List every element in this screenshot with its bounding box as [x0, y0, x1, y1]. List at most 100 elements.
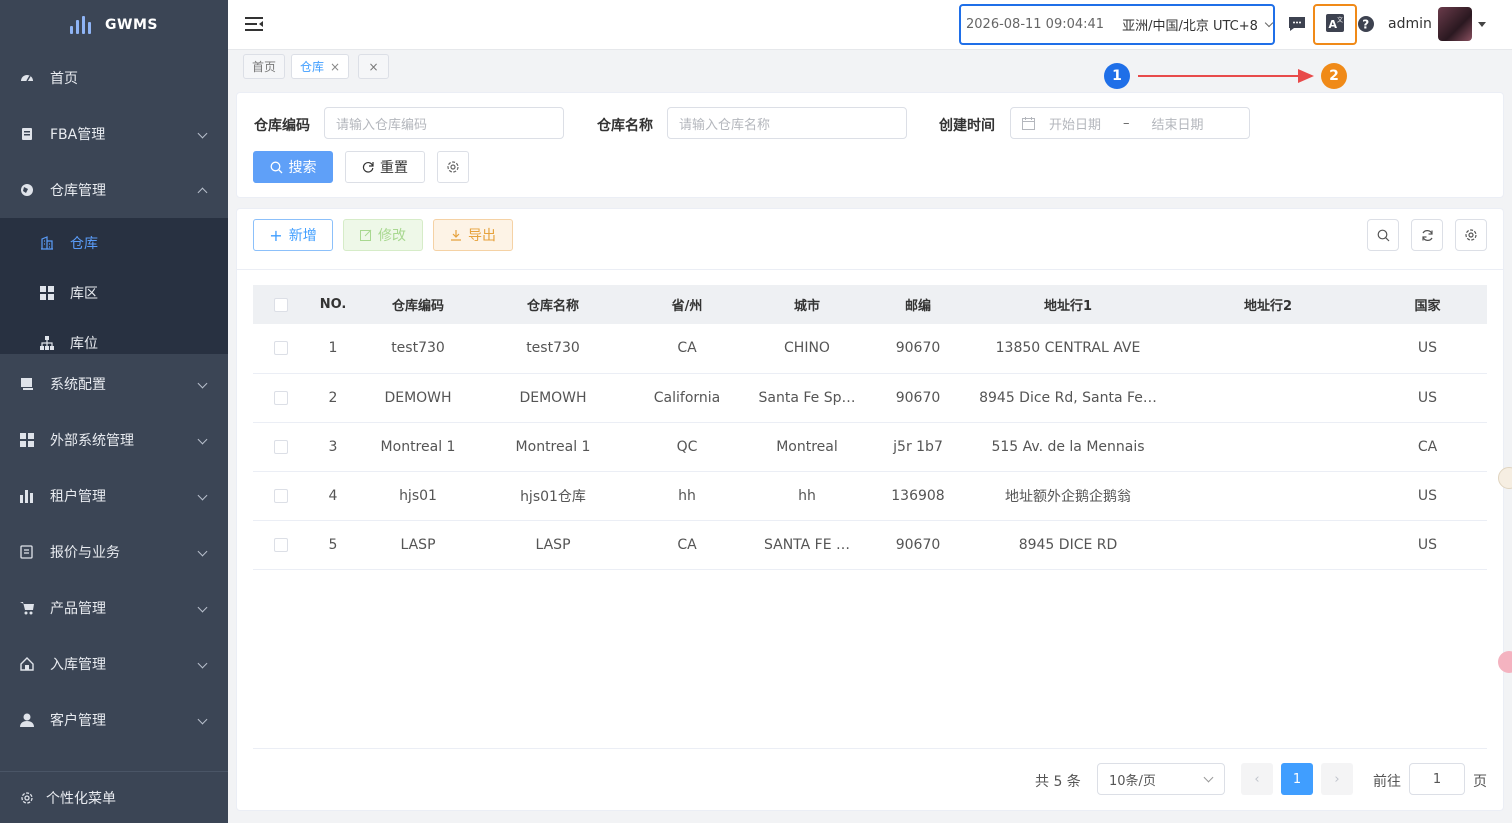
tab-home[interactable]: 首页 — [243, 54, 286, 79]
reset-button[interactable]: 重置 — [345, 151, 425, 183]
table-cell: US — [1368, 373, 1487, 423]
edit-button[interactable]: 修改 — [343, 219, 423, 251]
column-header[interactable]: 城市 — [746, 285, 868, 324]
table-cell: 90670 — [868, 324, 968, 374]
table-row[interactable]: 3 Montreal 1 Montreal 1 QC Montreal j5r 1b7 51… — [253, 422, 1487, 472]
app-name: GWMS — [105, 17, 158, 33]
column-header[interactable]: 地址行2 — [1168, 285, 1368, 324]
column-header[interactable]: 邮编 — [868, 285, 968, 324]
row-checkbox[interactable] — [253, 373, 308, 423]
warehouse-name-input[interactable]: 请输入仓库名称 — [667, 107, 907, 139]
table-cell: 90670 — [868, 520, 968, 570]
row-checkbox[interactable] — [253, 422, 308, 472]
gear-icon — [20, 791, 34, 805]
search-icon — [1377, 229, 1390, 242]
caret-down-icon[interactable] — [1478, 22, 1486, 27]
column-header[interactable]: 仓库名称 — [478, 285, 628, 324]
menu-toggle-icon[interactable] — [245, 17, 263, 32]
column-header[interactable]: 仓库编码 — [358, 285, 478, 324]
column-settings-button[interactable] — [1455, 219, 1487, 251]
tab-close-icon[interactable]: × — [330, 60, 340, 74]
username[interactable]: admin — [1388, 16, 1432, 32]
sidebar-subitem-location[interactable]: 库位 — [0, 318, 228, 354]
tab-warehouse[interactable]: 仓库 × — [291, 54, 350, 79]
tags-view: 首页 仓库 × × — [228, 50, 1512, 86]
chevron-down-icon — [197, 128, 208, 139]
sidebar-subitem-zone[interactable]: 库区 — [0, 268, 228, 318]
column-header[interactable]: 地址行1 — [968, 285, 1168, 324]
timezone-selector[interactable]: 2026-08-11 09:04:41 亚洲/中国/北京 UTC+8 — [959, 4, 1275, 45]
column-header[interactable]: NO. — [308, 285, 358, 324]
table-cell: 地址额外企鹅企鹅翁 — [968, 471, 1168, 521]
table-row[interactable]: 2 DEMOWH DEMOWH California Santa Fe Sp… 90670… — [253, 373, 1487, 423]
sidebar-item-external-systems[interactable]: 外部系统管理 — [0, 412, 228, 468]
table-cell: hh — [746, 471, 868, 521]
sidebar-item-label: 入库管理 — [50, 657, 106, 673]
translate-button[interactable]: A文 — [1313, 4, 1357, 45]
row-checkbox[interactable] — [253, 324, 308, 374]
prev-page-button[interactable]: ‹ — [1241, 763, 1273, 795]
search-button[interactable]: 搜索 — [253, 151, 333, 183]
sidebar-item-tenants[interactable]: 租户管理 — [0, 468, 228, 524]
sidebar-item-system-config[interactable]: 系统配置 — [0, 356, 228, 412]
toolbar-divider — [237, 269, 1503, 270]
table-cell — [1168, 422, 1368, 472]
sidebar-item-quotes[interactable]: 报价与业务 — [0, 524, 228, 580]
created-time-label: 创建时间 — [939, 118, 995, 134]
toggle-search-button[interactable] — [1367, 219, 1399, 251]
row-checkbox[interactable] — [253, 520, 308, 570]
warehouse-table: NO. 仓库编码 仓库名称 省/州 城市 邮编 地址行1 地址行2 国家 1 te… — [253, 285, 1487, 570]
page-size-select[interactable]: 10条/页 — [1097, 763, 1225, 795]
sidebar-item-home[interactable]: 首页 — [0, 50, 228, 106]
avatar[interactable] — [1438, 7, 1472, 41]
grid-icon — [40, 286, 54, 300]
end-date-input[interactable]: 结束日期 — [1152, 114, 1204, 133]
search-settings-button[interactable] — [437, 151, 469, 183]
table-row[interactable]: 4 hjs01 hjs01仓库 hh hh 136908 地址额外企鹅企鹅翁 US — [253, 471, 1487, 521]
refresh-button[interactable] — [1411, 219, 1443, 251]
monitor-icon — [20, 377, 34, 391]
personalize-menu[interactable]: 个性化菜单 — [0, 771, 228, 823]
select-all-checkbox[interactable] — [253, 285, 308, 324]
table-cell: hh — [628, 471, 746, 521]
page-suffix-label: 页 — [1473, 774, 1487, 790]
table-cell: California — [628, 373, 746, 423]
page-number-current[interactable]: 1 — [1281, 763, 1313, 795]
sidebar-item-inbound[interactable]: 入库管理 — [0, 636, 228, 692]
sidebar-item-label: 仓库管理 — [50, 183, 106, 199]
sidebar-item-customers[interactable]: 客户管理 — [0, 692, 228, 748]
main-area: 2026-08-11 09:04:41 亚洲/中国/北京 UTC+8 A文 ? … — [228, 0, 1512, 823]
sidebar-subitem-warehouse[interactable]: 仓库 — [0, 218, 228, 268]
sidebar-item-label: 产品管理 — [50, 601, 106, 617]
app-logo[interactable]: GWMS — [0, 0, 228, 50]
message-icon[interactable] — [1288, 15, 1306, 33]
current-datetime: 2026-08-11 09:04:41 — [966, 17, 1105, 32]
next-page-button[interactable]: › — [1321, 763, 1353, 795]
table-cell: 1 — [308, 324, 358, 374]
svg-text:文: 文 — [1337, 16, 1343, 24]
warehouse-code-input[interactable]: 请输入仓库编码 — [324, 107, 564, 139]
tab-label: 仓库 — [300, 60, 325, 74]
tab-label: 首页 — [252, 60, 277, 74]
help-icon[interactable]: ? — [1357, 15, 1375, 33]
row-checkbox[interactable] — [253, 471, 308, 521]
sidebar-item-products[interactable]: 产品管理 — [0, 580, 228, 636]
created-time-range-picker[interactable]: 开始日期 – 结束日期 — [1010, 107, 1250, 139]
sidebar-item-fba[interactable]: FBA管理 — [0, 106, 228, 162]
translate-icon: A文 — [1325, 13, 1345, 37]
start-date-input[interactable]: 开始日期 — [1049, 114, 1101, 133]
close-all-tabs-button[interactable]: × — [358, 54, 389, 79]
table-row[interactable]: 5 LASP LASP CA SANTA FE … 90670 8945 DICE RD US — [253, 520, 1487, 570]
export-button[interactable]: 导出 — [433, 219, 513, 251]
table-cell — [1168, 471, 1368, 521]
sidebar-item-warehouse[interactable]: 仓库管理 — [0, 162, 228, 218]
column-header[interactable]: 国家 — [1368, 285, 1487, 324]
column-header[interactable]: 省/州 — [628, 285, 746, 324]
table-row[interactable]: 1 test730 test730 CA CHINO 90670 13850 CENTRAL… — [253, 324, 1487, 374]
goto-page-input[interactable]: 1 — [1409, 763, 1465, 795]
search-form: 仓库编码 请输入仓库编码 仓库名称 请输入仓库名称 创建时间 开始日期 – 结束… — [236, 92, 1504, 198]
table-cell: 4 — [308, 471, 358, 521]
add-button[interactable]: + 新增 — [253, 219, 333, 251]
table-cell: 136908 — [868, 471, 968, 521]
table-panel: + 新增 修改 导出 NO. 仓库编码 仓库名称 省/州 城市 邮编 地址行1 … — [236, 208, 1504, 811]
